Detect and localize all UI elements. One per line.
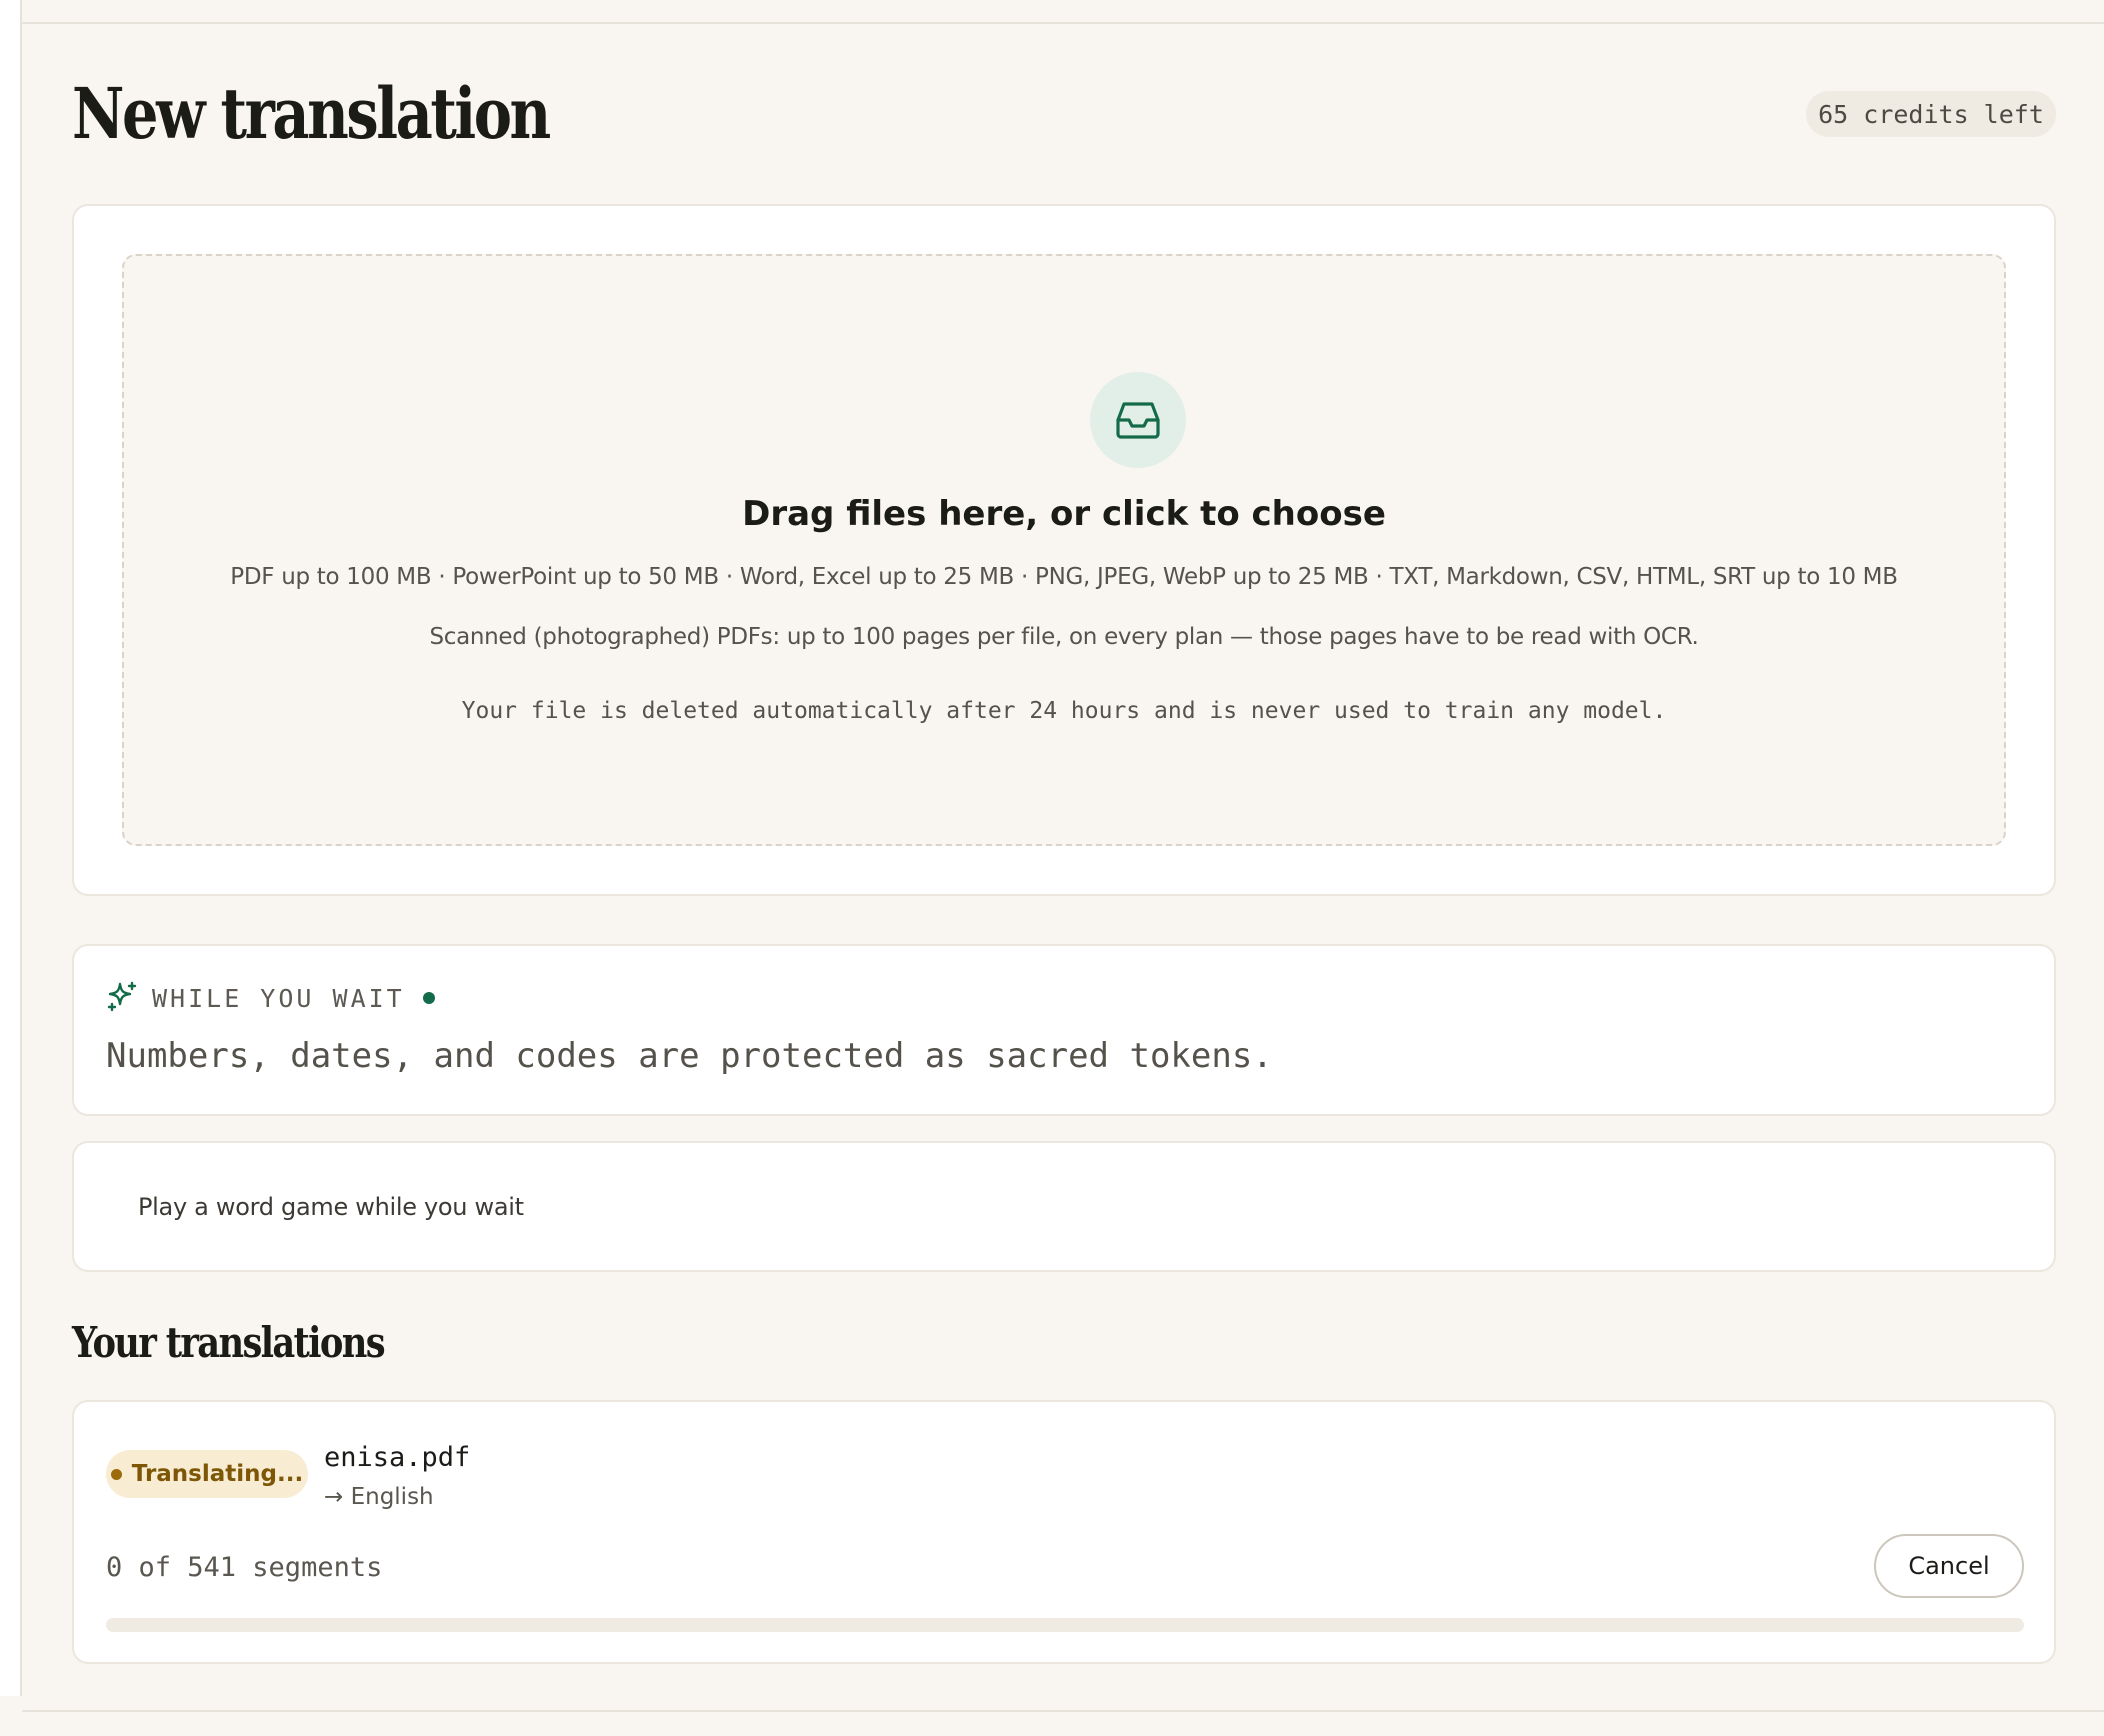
left-rail (0, 0, 22, 1696)
while-you-wait-card: WHILE YOU WAIT Numbers, dates, and codes… (72, 944, 2056, 1116)
credits-badge: 65 credits left (1806, 91, 2056, 137)
segment-progress-text: 0 of 541 segments (106, 1552, 383, 1583)
scanned-pdf-note: Scanned (photographed) PDFs: up to 100 p… (429, 624, 1699, 650)
progress-bar (106, 1618, 2024, 1632)
translation-job-card: Translating... enisa.pdf → English 0 of … (72, 1400, 2056, 1664)
file-size-limits: PDF up to 100 MB · PowerPoint up to 50 M… (230, 564, 1898, 590)
live-indicator-dot (422, 992, 435, 1004)
while-you-wait-header: WHILE YOU WAIT (106, 980, 435, 1016)
translations-heading: Your translations (72, 1318, 386, 1367)
bottom-divider (22, 1710, 2104, 1712)
inbox-icon (1090, 372, 1186, 468)
status-dot (110, 1468, 122, 1480)
sparkle-icon (106, 980, 138, 1016)
dropzone-title: Drag files here, or click to choose (742, 494, 1386, 534)
file-name: enisa.pdf (324, 1442, 471, 1473)
upload-card: Drag files here, or click to choose PDF … (72, 204, 2056, 896)
while-you-wait-label: WHILE YOU WAIT (152, 983, 405, 1013)
file-dropzone[interactable]: Drag files here, or click to choose PDF … (122, 254, 2006, 846)
privacy-note: Your file is deleted automatically after… (461, 698, 1667, 724)
word-game-card[interactable]: Play a word game while you wait (72, 1141, 2056, 1272)
target-language: → English (324, 1484, 434, 1510)
cancel-button[interactable]: Cancel (1874, 1534, 2024, 1598)
status-badge: Translating... (106, 1450, 308, 1498)
word-game-link[interactable]: Play a word game while you wait (138, 1193, 524, 1221)
top-divider (0, 22, 2104, 24)
status-label: Translating... (131, 1461, 304, 1487)
while-you-wait-tip: Numbers, dates, and codes are protected … (106, 1036, 1273, 1076)
page-title: New translation (72, 72, 551, 155)
